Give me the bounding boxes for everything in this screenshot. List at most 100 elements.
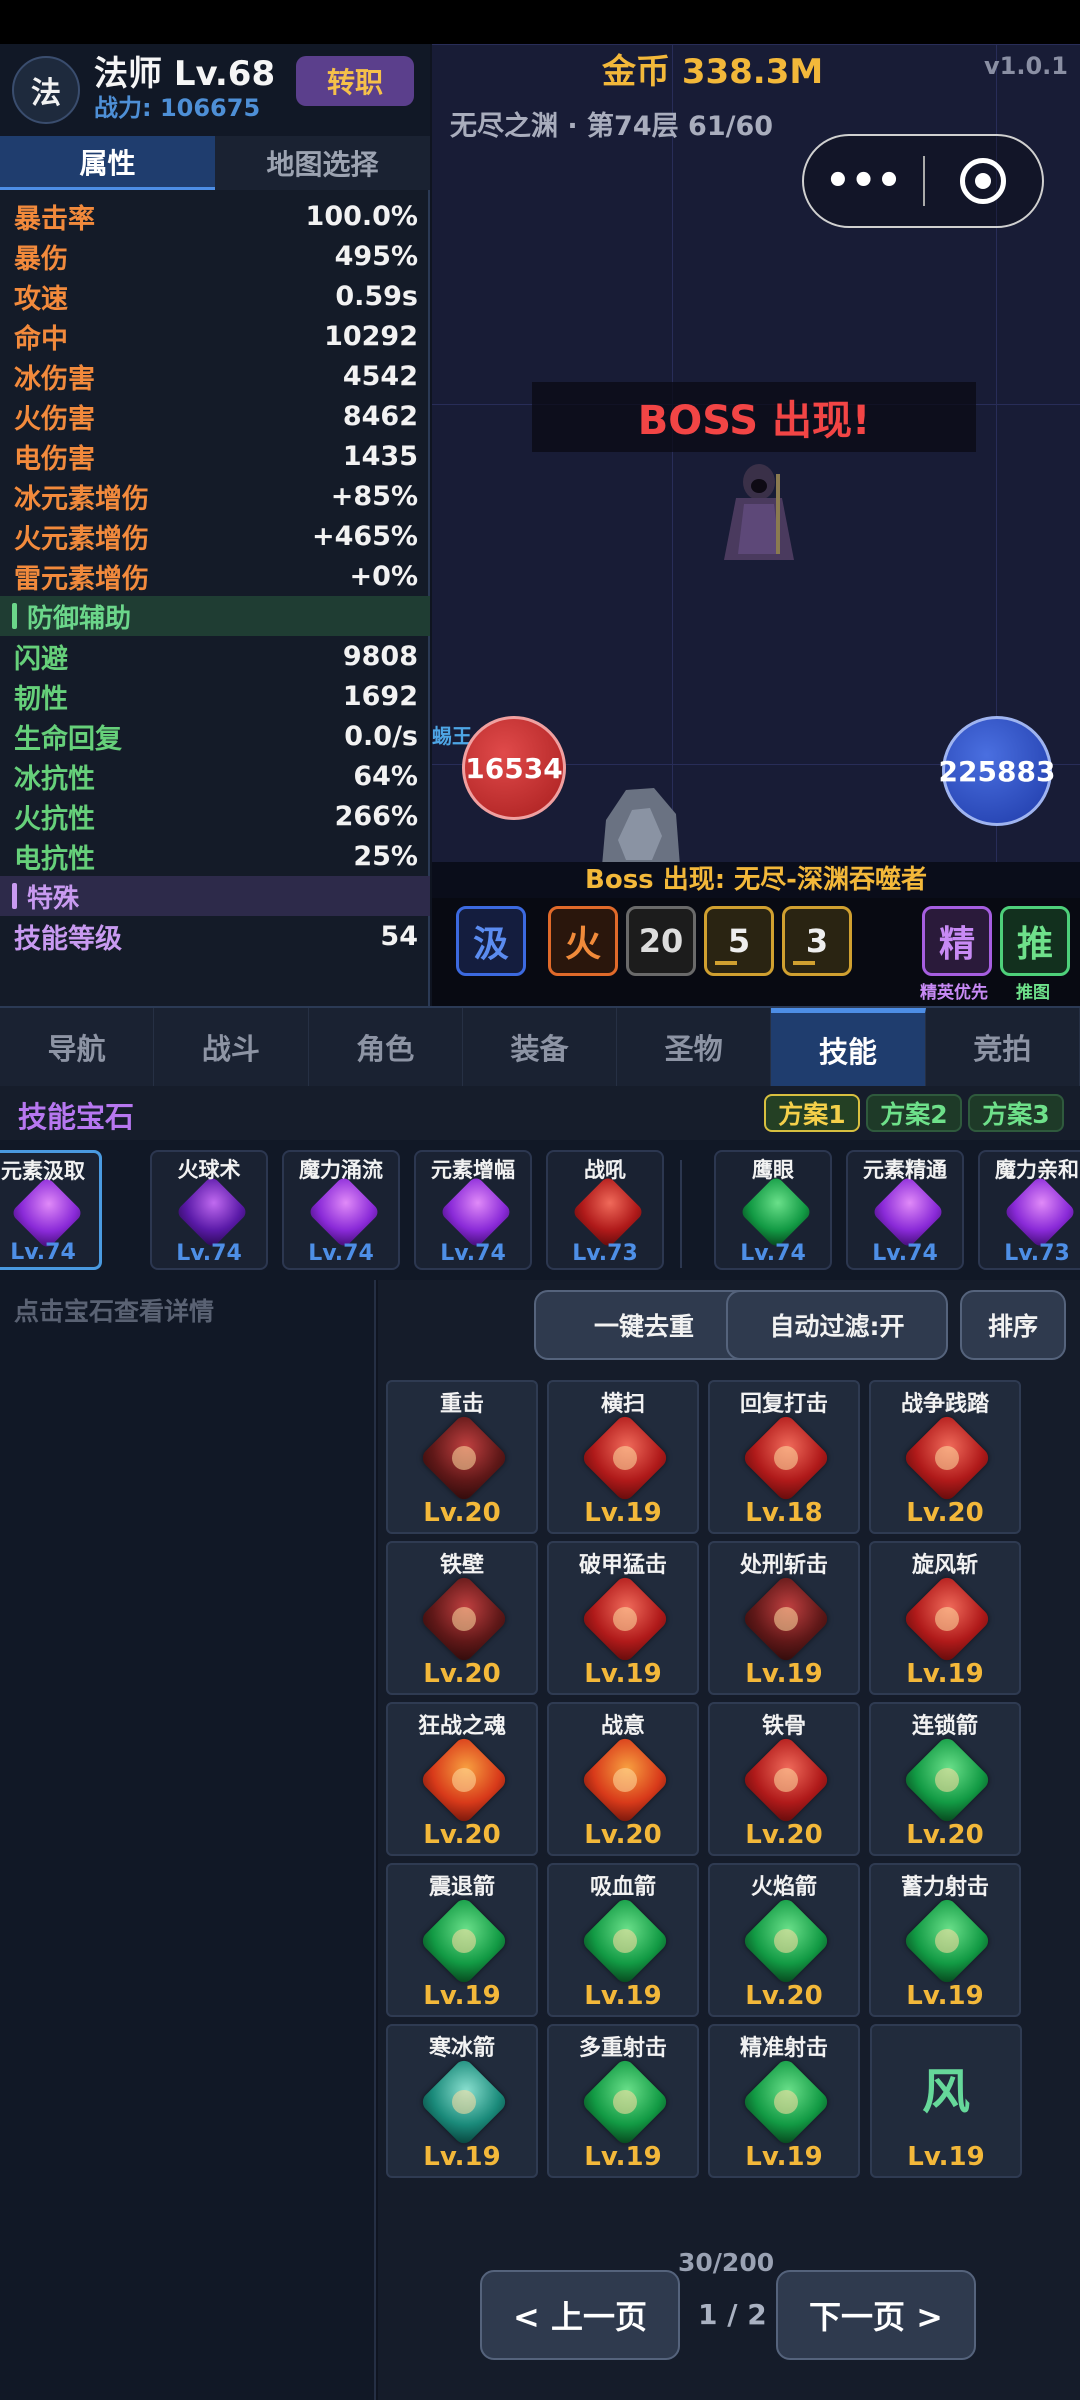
tab-equipment[interactable]: 装备 [463, 1008, 618, 1086]
gem-level: Lv.20 [745, 1981, 823, 2011]
push-map-button[interactable]: 推 [1000, 906, 1070, 976]
rock-golem-sprite [602, 788, 680, 864]
gem-level: Lv.19 [906, 1981, 984, 2011]
auto-filter-button[interactable]: 自动过滤:开 [726, 1290, 948, 1360]
elite-priority-button[interactable]: 精 [922, 906, 992, 976]
gem-icon [579, 1734, 671, 1826]
gem-card[interactable]: 铁壁 Lv.20 [386, 1541, 538, 1695]
gem-card[interactable]: 破甲猛击 Lv.19 [547, 1541, 699, 1695]
tab-character[interactable]: 角色 [309, 1008, 463, 1086]
section-title: 特殊 [27, 883, 80, 914]
close-target-button[interactable] [925, 158, 1042, 204]
gem-name: 吸血箭 [589, 1875, 656, 1900]
tab-navigation[interactable]: 导航 [0, 1008, 155, 1086]
option-3-button[interactable]: 3 [782, 906, 852, 976]
gem-icon [579, 2056, 671, 2148]
gem-icon [418, 1573, 510, 1665]
stat-value: 25% [353, 840, 418, 872]
boss-sprite [724, 464, 794, 560]
gem-card[interactable]: 吸血箭 Lv.19 [547, 1863, 699, 2017]
gem-icon [579, 1412, 671, 1504]
stat-label: 电抗性 [14, 843, 95, 875]
gem-name: 元素汲取 [1, 1159, 85, 1183]
tab-battle[interactable]: 战斗 [154, 1008, 309, 1086]
tab-skills[interactable]: 技能 [771, 1008, 926, 1086]
gem-icon [10, 1176, 84, 1250]
gem-card[interactable]: 旋风斩 Lv.19 [869, 1541, 1021, 1695]
gem-name: 多重射击 [578, 2036, 667, 2061]
gem-card[interactable]: 战意 Lv.20 [547, 1702, 699, 1856]
gem-card[interactable]: 连锁箭 Lv.20 [869, 1702, 1021, 1856]
gem-card[interactable]: 重击 Lv.20 [386, 1380, 538, 1534]
gem-name: 旋风斩 [911, 1553, 978, 1578]
gem-icon [579, 1895, 671, 1987]
gem-icon [1003, 1175, 1077, 1249]
skill-gems-title: 技能宝石 [18, 1100, 135, 1134]
gem-card[interactable]: 回复打击 Lv.18 [708, 1380, 860, 1534]
equipped-gem-slot[interactable]: 魔力涌流 Lv.74 [282, 1150, 400, 1270]
prev-page-button[interactable]: < 上一页 [480, 2270, 680, 2360]
slot-divider [680, 1160, 682, 1268]
gem-card[interactable]: 寒冰箭 Lv.19 [386, 2024, 538, 2178]
stat-value: 266% [334, 800, 418, 832]
speed-20-button[interactable]: 20 [626, 906, 696, 976]
gem-card[interactable]: 蓄力射击 Lv.19 [869, 1863, 1021, 2017]
wind-gem-card[interactable]: 风 Lv.19 [870, 2024, 1022, 2178]
gem-card[interactable]: 战争践踏 Lv.20 [869, 1380, 1021, 1534]
tab-auction[interactable]: 竞拍 [926, 1008, 1080, 1086]
gem-card[interactable]: 处刑斩击 Lv.19 [708, 1541, 860, 1695]
job-change-button[interactable]: 转职 [296, 56, 414, 106]
stat-label: 攻速 [14, 283, 68, 315]
battle-view[interactable]: 金币 338.3M v1.0.1 无尽之渊 · 第74层 61/60 ••• B… [432, 44, 1080, 864]
fire-toggle-button[interactable]: 火 [548, 906, 618, 976]
gem-card[interactable]: 震退箭 Lv.19 [386, 1863, 538, 2017]
section-bar [12, 883, 17, 909]
gem-level: Lv.19 [584, 1498, 662, 1528]
gem-name: 铁壁 [439, 1553, 484, 1578]
absorb-toggle-button[interactable]: 汲 [456, 906, 526, 976]
gem-card[interactable]: 铁骨 Lv.20 [708, 1702, 860, 1856]
gem-card[interactable]: 火焰箭 Lv.20 [708, 1863, 860, 2017]
equipped-gem-slot[interactable]: 鹰眼 Lv.74 [714, 1150, 832, 1270]
gem-name: 连锁箭 [911, 1714, 978, 1739]
more-menu-icon[interactable]: ••• [804, 158, 923, 204]
equipped-gem-slot[interactable]: 魔力亲和 Lv.73 [978, 1150, 1080, 1270]
enemy-hp-orb: 16534 [462, 716, 566, 820]
equipped-gem-slot[interactable]: 火球术 Lv.74 [150, 1150, 268, 1270]
equipped-gem-slot[interactable]: 元素增幅 Lv.74 [414, 1150, 532, 1270]
equipped-gem-slot[interactable]: 战吼 Lv.73 [546, 1150, 664, 1270]
plan-3-button[interactable]: 方案3 [968, 1094, 1064, 1132]
plan-2-button[interactable]: 方案2 [866, 1094, 962, 1132]
gem-icon [418, 1895, 510, 1987]
gem-name: 元素增幅 [431, 1158, 515, 1182]
gem-name: 处刑斩击 [739, 1553, 828, 1578]
gem-icon [740, 1734, 832, 1826]
attribute-panel: 法 法师 Lv.68 战力: 106675 转职 属性 地图选择 暴击率 100.… [0, 44, 430, 1006]
stat-value: +465% [311, 520, 418, 552]
gem-icon [901, 1412, 993, 1504]
gem-card[interactable]: 横扫 Lv.19 [547, 1380, 699, 1534]
gem-card[interactable]: 狂战之魂 Lv.20 [386, 1702, 538, 1856]
gem-level: Lv.20 [745, 1820, 823, 1850]
equipped-gem-slot[interactable]: 元素汲取 Lv.74 [0, 1150, 102, 1270]
gem-detail-panel: 点击宝石查看详情 [0, 1280, 376, 2400]
gem-card[interactable]: 精准射击 Lv.19 [708, 2024, 860, 2178]
gem-level: Lv.19 [745, 1659, 823, 1689]
equipped-gem-slot[interactable]: 元素精通 Lv.74 [846, 1150, 964, 1270]
gem-name: 魔力亲和 [995, 1158, 1079, 1182]
boss-banner: BOSS 出现! [532, 382, 976, 452]
tab-relics[interactable]: 圣物 [617, 1008, 772, 1086]
dedupe-button[interactable]: 一键去重 [534, 1290, 754, 1360]
gem-icon [307, 1175, 381, 1249]
sort-button[interactable]: 排序 [960, 1290, 1066, 1360]
gem-card[interactable]: 多重射击 Lv.19 [547, 2024, 699, 2178]
next-page-button[interactable]: 下一页 > [776, 2270, 976, 2360]
plan-1-button[interactable]: 方案1 [764, 1094, 860, 1132]
tab-map-select[interactable]: 地图选择 [215, 136, 430, 190]
gem-icon [739, 1175, 813, 1249]
gem-level: Lv.74 [740, 1241, 806, 1266]
stat-label: 火伤害 [14, 403, 95, 435]
option-5-button[interactable]: 5 [704, 906, 774, 976]
stat-list[interactable]: 暴击率 100.0% 暴伤 495% 攻速 0.59s 命中 10292 冰伤害 4542… [0, 190, 430, 1006]
tab-attributes[interactable]: 属性 [0, 136, 215, 190]
